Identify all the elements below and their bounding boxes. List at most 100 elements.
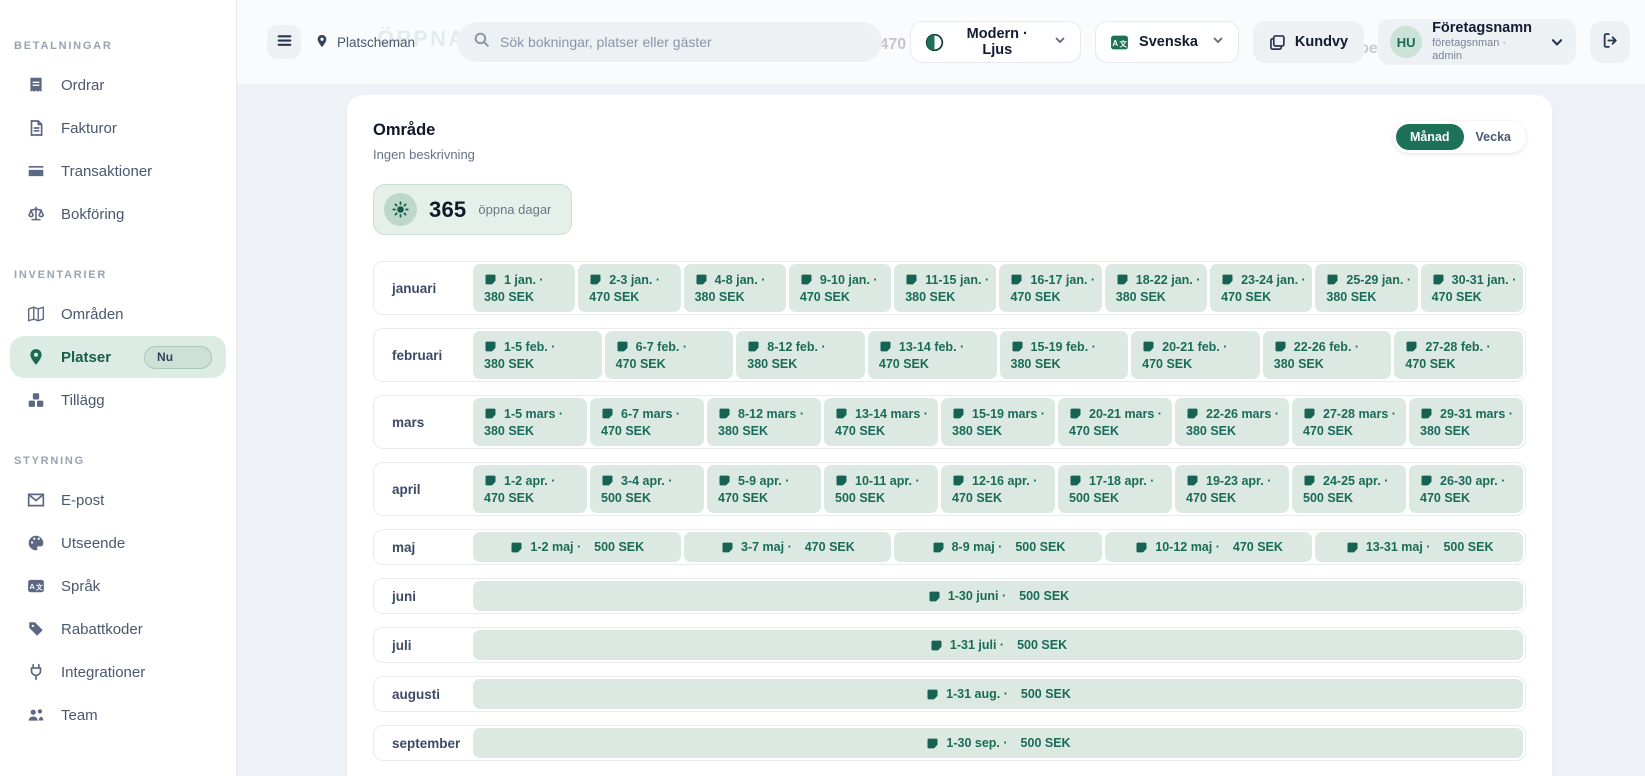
period-toggle: Månad Vecka <box>1393 121 1526 153</box>
sidebar-item-ordrar[interactable]: Ordrar <box>10 64 226 106</box>
price-period-chip[interactable]: 19-23 apr. ·470 SEK <box>1175 465 1289 513</box>
price-period-chip[interactable]: 29-31 mars ·380 SEK <box>1409 398 1523 446</box>
price-period-chip[interactable]: 8-12 feb. ·380 SEK <box>736 331 865 379</box>
sidebar-item-integrationer[interactable]: Integrationer <box>10 651 226 693</box>
language-select[interactable]: A文 Svenska <box>1095 21 1239 63</box>
price-period-chip[interactable]: 27-28 mars ·470 SEK <box>1292 398 1406 446</box>
note-tag-icon <box>1326 273 1339 286</box>
price-period-chip[interactable]: 16-17 jan. ·470 SEK <box>999 264 1101 312</box>
sidebar-item-platser[interactable]: PlatserNu <box>10 336 226 378</box>
price-period-chip[interactable]: 1 jan. ·380 SEK <box>473 264 575 312</box>
sidebar-item-transaktioner[interactable]: Transaktioner <box>10 150 226 192</box>
price-period-chip[interactable]: 22-26 feb. ·380 SEK <box>1263 331 1392 379</box>
price-period-chip[interactable]: 3-4 apr. ·500 SEK <box>590 465 704 513</box>
chip-price: 470 SEK <box>1069 424 1164 438</box>
price-period-chip[interactable]: 27-28 feb. ·470 SEK <box>1394 331 1523 379</box>
sidebar-item-fakturor[interactable]: Fakturor <box>10 107 226 149</box>
sidebar-section-label: STYRNING <box>0 455 236 467</box>
price-period-chip[interactable]: 24-25 apr. ·500 SEK <box>1292 465 1406 513</box>
sidebar-item-utseende[interactable]: Utseende <box>10 522 226 564</box>
price-period-chip[interactable]: 6-7 feb. ·470 SEK <box>605 331 734 379</box>
price-period-chip[interactable]: 9-10 jan. ·470 SEK <box>789 264 891 312</box>
theme-select[interactable]: Modern · Ljus <box>910 21 1081 63</box>
price-period-chip[interactable]: 1-5 feb. ·380 SEK <box>473 331 602 379</box>
note-tag-icon <box>1221 273 1234 286</box>
price-period-chip[interactable]: 26-30 apr. ·470 SEK <box>1409 465 1523 513</box>
price-period-chip[interactable]: 20-21 mars ·470 SEK <box>1058 398 1172 446</box>
price-period-chip[interactable]: 23-24 jan. ·470 SEK <box>1210 264 1312 312</box>
sidebar-item-label: Fakturor <box>61 120 117 137</box>
sidebar-item-omr-den[interactable]: Områden <box>10 293 226 335</box>
price-period-chip[interactable]: 22-26 mars ·380 SEK <box>1175 398 1289 446</box>
sidebar-item-till-gg[interactable]: Tillägg <box>10 379 226 421</box>
price-period-chip[interactable]: 3-7 maj ·470 SEK <box>684 532 892 562</box>
price-period-chip[interactable]: 13-14 mars ·470 SEK <box>824 398 938 446</box>
sidebar-item-bokf-ring[interactable]: Bokföring <box>10 193 226 235</box>
note-tag-icon <box>695 273 708 286</box>
price-period-chip[interactable]: 12-16 apr. ·470 SEK <box>941 465 1055 513</box>
sidebar-item-spr-k[interactable]: A文Språk <box>10 565 226 607</box>
price-period-chip[interactable]: 6-7 mars ·470 SEK <box>590 398 704 446</box>
price-period-chip[interactable]: 13-31 maj ·500 SEK <box>1315 532 1523 562</box>
price-period-chip[interactable]: 18-22 jan. ·380 SEK <box>1105 264 1207 312</box>
price-period-chip[interactable]: 8-9 maj ·500 SEK <box>894 532 1102 562</box>
customer-view-button[interactable]: Kundvy <box>1253 21 1364 63</box>
pin-icon <box>26 347 46 367</box>
toggle-week-button[interactable]: Vecka <box>1464 124 1523 150</box>
topbar: ÖPPNA 27 nov.-28 nov. · 470 SEK Visa per… <box>237 0 1645 84</box>
month-row-augusti: augusti1-31 aug. ·500 SEK <box>373 676 1526 712</box>
chip-range: 12-16 apr. · <box>972 474 1037 488</box>
price-period-chip[interactable]: 5-9 apr. ·470 SEK <box>707 465 821 513</box>
breadcrumb[interactable]: Platscheman <box>315 34 415 51</box>
price-period-chip[interactable]: 2-3 jan. ·470 SEK <box>578 264 680 312</box>
sidebar-item-team[interactable]: Team <box>10 694 226 736</box>
sidebar-item-label: Utseende <box>61 535 125 552</box>
search-bar[interactable] <box>457 22 882 62</box>
price-period-chip[interactable]: 1-31 aug. ·500 SEK <box>473 679 1523 709</box>
chip-range: 8-12 mars · <box>738 407 804 421</box>
price-period-chip[interactable]: 25-29 jan. ·380 SEK <box>1315 264 1417 312</box>
chip-range: 20-21 feb. · <box>1162 340 1227 354</box>
price-period-chip[interactable]: 15-19 mars ·380 SEK <box>941 398 1055 446</box>
price-period-chip[interactable]: 20-21 feb. ·470 SEK <box>1131 331 1260 379</box>
note-tag-icon <box>589 273 602 286</box>
toggle-month-button[interactable]: Månad <box>1396 124 1464 150</box>
chip-range: 30-31 jan. · <box>1452 273 1517 287</box>
logout-button[interactable] <box>1590 21 1630 63</box>
price-period-chip[interactable]: 1-30 juni ·500 SEK <box>473 581 1523 611</box>
chevron-down-icon <box>1054 34 1066 50</box>
month-label: januari <box>374 262 471 314</box>
price-period-chip[interactable]: 15-19 feb. ·380 SEK <box>1000 331 1129 379</box>
price-period-chip[interactable]: 1-31 juli ·500 SEK <box>473 630 1523 660</box>
chip-range: 16-17 jan. · <box>1030 273 1095 287</box>
price-period-chip[interactable]: 17-18 apr. ·500 SEK <box>1058 465 1172 513</box>
note-tag-icon <box>930 639 943 652</box>
svg-text:A: A <box>1112 38 1118 47</box>
price-period-chip[interactable]: 4-8 jan. ·380 SEK <box>684 264 786 312</box>
price-period-chip[interactable]: 10-11 apr. ·500 SEK <box>824 465 938 513</box>
account-menu[interactable]: HU Företagsnamn företagsnman · admin <box>1378 19 1576 65</box>
search-input[interactable] <box>500 34 866 50</box>
price-period-chip[interactable]: 8-12 mars · 380 SEK <box>707 398 821 446</box>
price-period-chip[interactable]: 1-2 maj ·500 SEK <box>473 532 681 562</box>
translate-icon: A文 <box>1110 33 1129 52</box>
search-icon <box>473 31 490 53</box>
chip-price: 380 SEK <box>718 424 813 438</box>
price-period-chip[interactable]: 11-15 jan. ·380 SEK <box>894 264 996 312</box>
menu-button[interactable] <box>267 25 301 59</box>
price-period-chip[interactable]: 13-14 feb. ·470 SEK <box>868 331 997 379</box>
sidebar-item-e-post[interactable]: E-post <box>10 479 226 521</box>
chip-range: 25-29 jan. · <box>1346 273 1411 287</box>
price-period-chip[interactable]: 1-2 apr. ·470 SEK <box>473 465 587 513</box>
price-period-chip[interactable]: 10-12 maj ·470 SEK <box>1105 532 1313 562</box>
price-period-chip[interactable]: 1-30 sep. ·500 SEK <box>473 728 1523 758</box>
month-row-september: september1-30 sep. ·500 SEK <box>373 725 1526 761</box>
price-period-chip[interactable]: 30-31 jan. ·470 SEK <box>1421 264 1523 312</box>
chip-list: 1-30 sep. ·500 SEK <box>471 726 1525 760</box>
windows-icon <box>1269 34 1286 51</box>
chip-range: 3-7 maj · <box>741 540 792 554</box>
sidebar-item-rabattkoder[interactable]: Rabattkoder <box>10 608 226 650</box>
price-period-chip[interactable]: 1-5 mars ·380 SEK <box>473 398 587 446</box>
sidebar-item-label: E-post <box>61 492 104 509</box>
chip-range: 8-9 maj · <box>952 540 1003 554</box>
